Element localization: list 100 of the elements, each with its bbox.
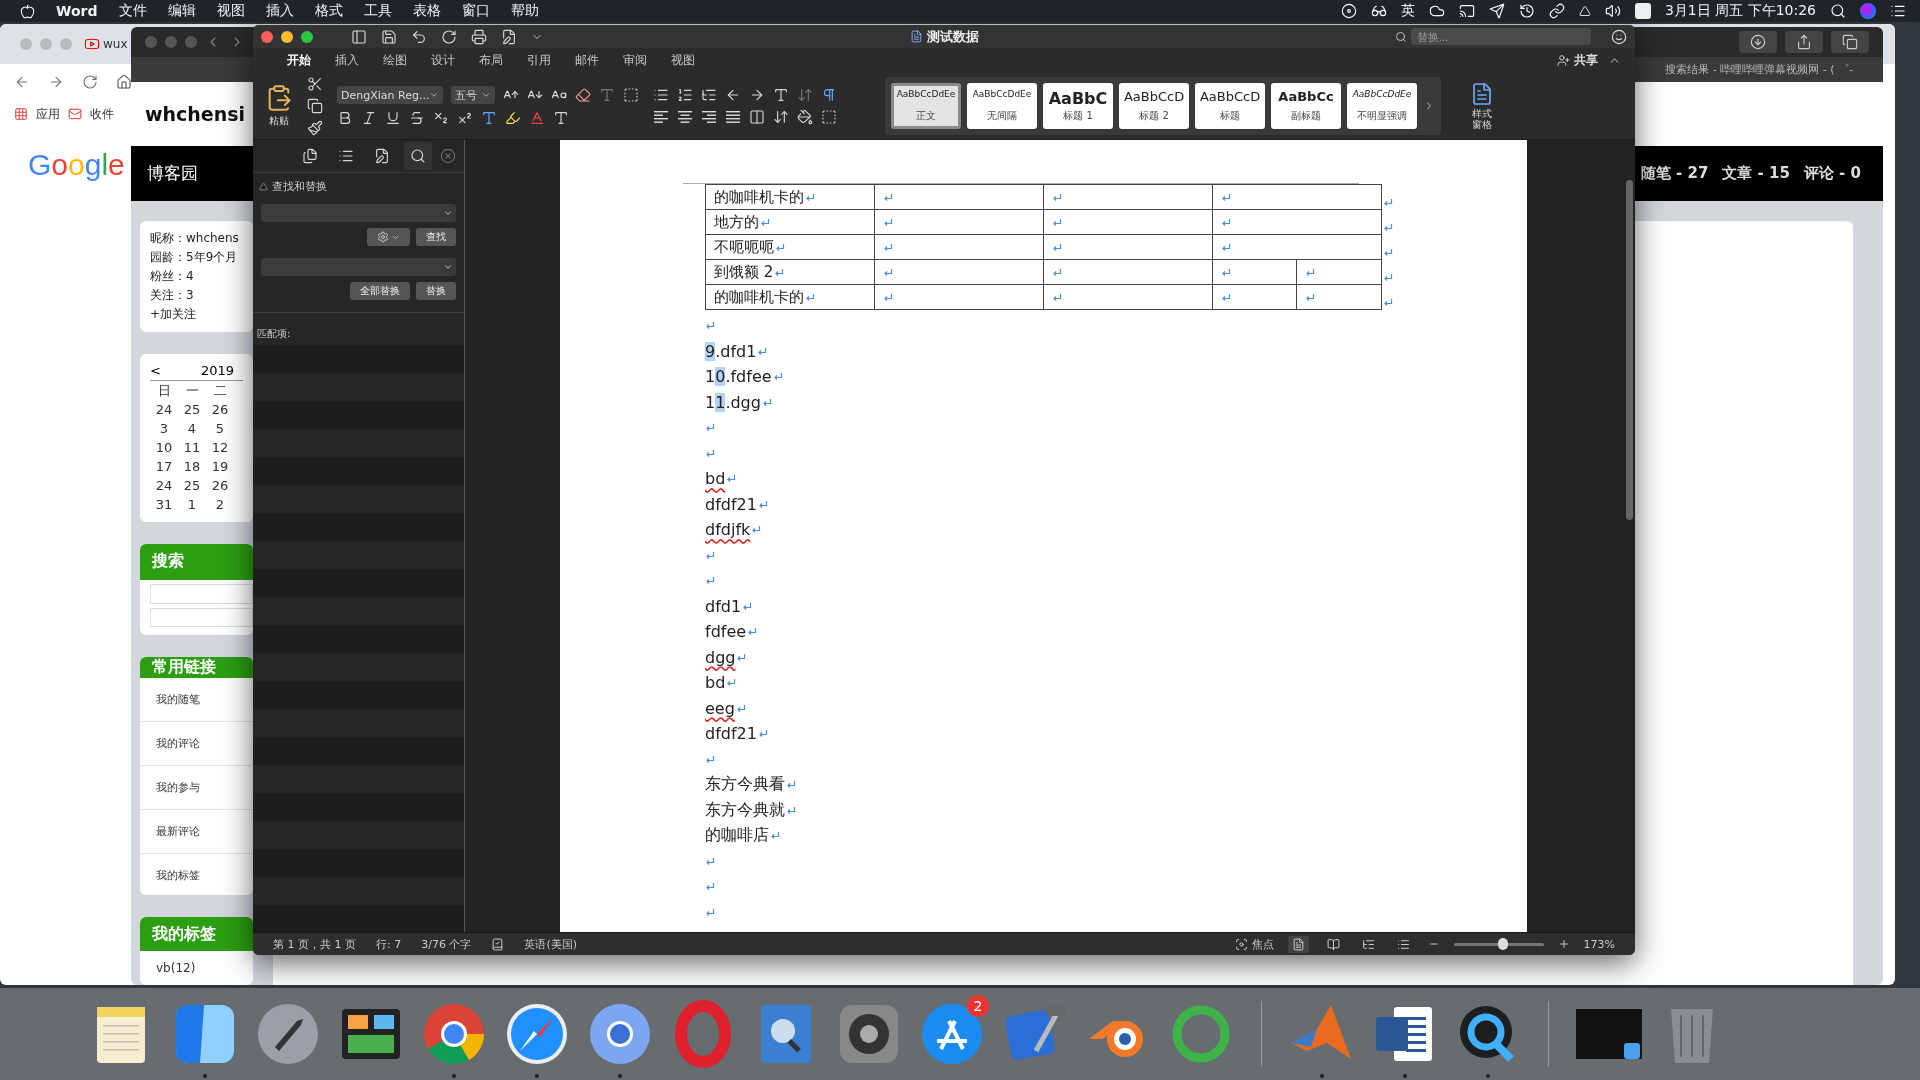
bullets-icon[interactable]: [653, 87, 669, 103]
paint-bucket-icon[interactable]: [797, 109, 813, 125]
calendar-day[interactable]: 25: [178, 476, 206, 495]
calendar-day[interactable]: 12: [206, 438, 234, 457]
replace-field[interactable]: [261, 258, 456, 276]
font-color-icon[interactable]: [529, 110, 545, 126]
calendar-day[interactable]: 2: [206, 495, 234, 514]
cut-icon[interactable]: [307, 76, 323, 92]
multilevel-list-icon[interactable]: [701, 87, 717, 103]
close-button[interactable]: [261, 30, 273, 43]
pilcrow-icon[interactable]: [821, 87, 837, 103]
find-field[interactable]: [261, 204, 456, 222]
share-button[interactable]: 共享: [1557, 52, 1598, 69]
smiley-icon[interactable]: [1611, 28, 1627, 45]
zoom-button[interactable]: [301, 30, 313, 43]
style-preset[interactable]: AaBbCcD 标题: [1195, 83, 1265, 129]
ribbon-tab[interactable]: 审阅: [611, 52, 659, 69]
cloud-icon[interactable]: [1428, 3, 1445, 19]
close-icon[interactable]: [440, 148, 456, 164]
send-icon[interactable]: [1488, 3, 1505, 19]
strikethrough-icon[interactable]: [409, 110, 425, 126]
menu-item[interactable]: 表格: [412, 2, 441, 20]
italic-icon[interactable]: [361, 110, 377, 126]
line-spacing-icon[interactable]: [773, 109, 789, 125]
link-icon[interactable]: [1548, 3, 1565, 19]
justify-icon[interactable]: [725, 110, 741, 124]
style-preset[interactable]: AaBbCcDdEe 正文: [891, 83, 961, 129]
align-left-icon[interactable]: [653, 110, 669, 124]
superscript-icon[interactable]: [457, 110, 473, 126]
ribbon-tab[interactable]: 布局: [467, 52, 515, 69]
square-app-icon[interactable]: [1634, 3, 1651, 19]
ribbon-tab[interactable]: 引用: [515, 52, 563, 69]
clock-text[interactable]: 3月1日 周五 下午10:26: [1664, 2, 1816, 20]
ribbon-tab[interactable]: 视图: [659, 52, 707, 69]
orb-icon[interactable]: [1860, 3, 1876, 19]
ribbon-tab[interactable]: 绘图: [371, 52, 419, 69]
calendar-day[interactable]: 10: [150, 438, 178, 457]
style-preset[interactable]: AaBbCc 副标题: [1271, 83, 1341, 129]
search-field[interactable]: [150, 607, 253, 628]
search-field[interactable]: 替换...: [1411, 28, 1591, 45]
menu-item[interactable]: 窗口: [461, 2, 490, 20]
calendar-day[interactable]: 17: [150, 457, 178, 476]
pane-tab[interactable]: [404, 142, 432, 170]
slider-thumb[interactable]: [1498, 937, 1509, 950]
style-preset[interactable]: AaBbCcDdEe 不明显强调: [1347, 83, 1417, 129]
sidebar-icon[interactable]: [351, 28, 367, 45]
menu-item[interactable]: 视图: [216, 2, 245, 20]
calendar-day[interactable]: 26: [206, 400, 234, 419]
menu-item[interactable]: 文件: [118, 2, 147, 20]
minimize-button[interactable]: [281, 30, 293, 43]
search-icon[interactable]: [1830, 3, 1846, 19]
text-effects-icon[interactable]: [481, 110, 497, 126]
calendar-day[interactable]: 24: [150, 476, 178, 495]
home-icon[interactable]: [116, 74, 132, 90]
redo-icon[interactable]: [441, 28, 457, 45]
cast-icon[interactable]: [1458, 3, 1475, 19]
save-icon[interactable]: [381, 28, 397, 45]
browser-tab[interactable]: wux: [84, 36, 128, 52]
list-icon[interactable]: [1890, 3, 1906, 19]
sort-icon[interactable]: [797, 87, 813, 103]
calendar-day[interactable]: 24: [150, 400, 178, 419]
calendar-day[interactable]: 5: [206, 419, 234, 438]
mail-icon[interactable]: [68, 107, 82, 121]
volume-icon[interactable]: [1604, 3, 1621, 19]
calendar-day[interactable]: 18: [178, 457, 206, 476]
nav-link[interactable]: 博客园: [147, 162, 198, 185]
ribbon-tab[interactable]: 插入: [323, 52, 371, 69]
undo-icon[interactable]: [411, 28, 427, 45]
calendar-day[interactable]: 1: [178, 495, 206, 514]
print-layout-button[interactable]: [1287, 935, 1309, 953]
prev-month[interactable]: <: [150, 362, 161, 380]
ribbon-tab[interactable]: 开始: [275, 52, 323, 69]
decrease-indent-icon[interactable]: [725, 87, 741, 103]
apple-icon[interactable]: [20, 3, 35, 19]
styles-pane-button[interactable]: 样式窗格: [1467, 82, 1497, 130]
share-button[interactable]: [1785, 31, 1823, 53]
menu-item[interactable]: 插入: [265, 2, 294, 20]
print-icon[interactable]: [471, 28, 487, 45]
calendar-day[interactable]: 11: [178, 438, 206, 457]
format-painter-icon[interactable]: [307, 120, 323, 136]
input-source[interactable]: 英: [1400, 2, 1415, 20]
copy-icon[interactable]: [307, 98, 323, 114]
highlighter-icon[interactable]: [505, 110, 521, 126]
calendar-day[interactable]: 31: [150, 495, 178, 514]
style-preset[interactable]: AaBbCcD 标题 2: [1119, 83, 1189, 129]
subscript-icon[interactable]: [433, 110, 449, 126]
options-button[interactable]: [367, 228, 410, 246]
eraser-icon[interactable]: [575, 87, 591, 103]
calendar-day[interactable]: 26: [206, 476, 234, 495]
replace-button[interactable]: 替换: [416, 282, 456, 300]
align-center-icon[interactable]: [677, 110, 693, 124]
find-button[interactable]: 查找: [416, 228, 456, 246]
search-field[interactable]: [150, 583, 253, 604]
size-select[interactable]: 五号: [451, 86, 495, 104]
font-select[interactable]: DengXian Reg...: [337, 86, 443, 104]
download-button[interactable]: [1739, 31, 1777, 53]
back-icon[interactable]: [14, 74, 30, 90]
style-preset[interactable]: AaBbCcDdEe 无间隔: [967, 83, 1037, 129]
calendar-day[interactable]: 4: [178, 419, 206, 438]
distributed-icon[interactable]: [749, 109, 765, 125]
